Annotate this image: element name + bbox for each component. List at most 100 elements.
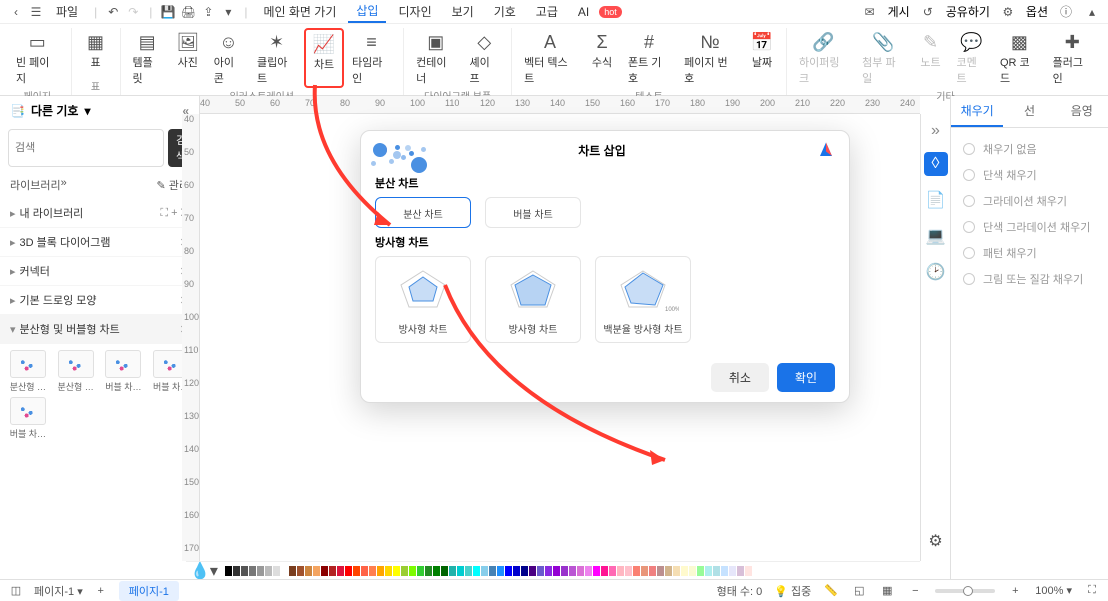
zoom-level[interactable]: 100% ▾ <box>1035 584 1072 597</box>
color-swatch[interactable] <box>545 566 552 576</box>
color-swatch[interactable] <box>697 566 704 576</box>
color-swatch[interactable] <box>713 566 720 576</box>
tab-insert[interactable]: 삽입 <box>348 0 386 23</box>
fullscreen-icon[interactable]: ⛶ <box>1084 583 1100 599</box>
color-swatch[interactable] <box>505 566 512 576</box>
menu-icon[interactable]: ☰ <box>28 4 44 20</box>
color-swatch[interactable] <box>401 566 408 576</box>
print-icon[interactable]: 🖨 <box>180 4 196 20</box>
ribbon-클립아트[interactable]: ✶클립아트 <box>251 28 302 88</box>
color-swatch[interactable] <box>585 566 592 576</box>
color-swatch[interactable] <box>433 566 440 576</box>
color-swatch[interactable] <box>737 566 744 576</box>
search-input[interactable] <box>8 129 164 167</box>
color-swatch[interactable] <box>577 566 584 576</box>
lib-item[interactable]: ▸3D 블록 다이어그램✕ <box>0 228 199 257</box>
color-swatch[interactable] <box>297 566 304 576</box>
lib-item[interactable]: ▸기본 드로잉 모양✕ <box>0 286 199 315</box>
color-swatch[interactable] <box>377 566 384 576</box>
ribbon-첨부 파일[interactable]: 📎첨부 파일 <box>856 28 910 88</box>
color-swatch[interactable] <box>617 566 624 576</box>
color-swatch[interactable] <box>273 566 280 576</box>
color-swatch[interactable] <box>465 566 472 576</box>
color-swatch[interactable] <box>225 566 232 576</box>
share-link[interactable]: 공유하기 <box>946 3 990 20</box>
color-swatch[interactable] <box>593 566 600 576</box>
zoom-in-icon[interactable]: + <box>1007 583 1023 599</box>
focus-mode[interactable]: 💡 집중 <box>774 583 811 599</box>
options-link[interactable]: 옵션 <box>1026 3 1048 20</box>
fill-option[interactable]: 그림 또는 질감 채우기 <box>959 266 1100 292</box>
color-swatch[interactable] <box>673 566 680 576</box>
color-swatch[interactable] <box>369 566 376 576</box>
color-swatch[interactable] <box>497 566 504 576</box>
color-swatch[interactable] <box>305 566 312 576</box>
page-tool-icon[interactable]: 📄 <box>924 188 948 212</box>
chevron-down-icon[interactable]: ▾ <box>84 104 90 118</box>
ribbon-사진[interactable]: 🖼사진 <box>170 28 206 88</box>
color-swatch[interactable] <box>641 566 648 576</box>
library-label[interactable]: 라이브러리 <box>10 177 61 193</box>
color-swatch[interactable] <box>473 566 480 576</box>
color-swatch[interactable] <box>601 566 608 576</box>
zoom-out-icon[interactable]: − <box>907 583 923 599</box>
main-page-link[interactable]: 메인 화면 가기 <box>255 1 344 22</box>
color-swatch[interactable] <box>657 566 664 576</box>
prop-tab-line[interactable]: 선 <box>1003 96 1055 127</box>
ribbon-하이퍼링크[interactable]: 🔗하이퍼링크 <box>793 28 854 88</box>
fit-icon[interactable]: ◱ <box>851 583 867 599</box>
color-swatch[interactable] <box>513 566 520 576</box>
ribbon-타임라인[interactable]: ≡타임라인 <box>346 28 397 88</box>
color-swatch[interactable] <box>569 566 576 576</box>
ribbon-아이콘[interactable]: ☺아이콘 <box>208 28 249 88</box>
color-swatch[interactable] <box>705 566 712 576</box>
add-page-icon[interactable]: + <box>93 583 109 599</box>
chevron-up-icon[interactable]: ▴ <box>1084 4 1100 20</box>
color-swatch[interactable] <box>353 566 360 576</box>
color-swatch[interactable] <box>665 566 672 576</box>
fill-tool-icon[interactable]: ◊ <box>924 152 948 176</box>
color-swatch[interactable] <box>481 566 488 576</box>
ribbon-셰이프[interactable]: ◇셰이프 <box>464 28 506 88</box>
chart-card-bubble[interactable]: 버블 차트 <box>485 197 581 228</box>
color-swatch[interactable] <box>681 566 688 576</box>
ribbon-수식[interactable]: Σ수식 <box>584 28 620 88</box>
ribbon-노트[interactable]: ✎노트 <box>912 28 948 88</box>
page-tab[interactable]: 페이지-1 <box>119 581 179 601</box>
ribbon-QR 코드[interactable]: ▩QR 코드 <box>994 28 1045 88</box>
ribbon-폰트 기호[interactable]: #폰트 기호 <box>622 28 676 88</box>
color-swatch[interactable] <box>249 566 256 576</box>
ribbon-벡터 텍스트[interactable]: A벡터 텍스트 <box>518 28 582 88</box>
color-swatch[interactable] <box>241 566 248 576</box>
ribbon-빈 페이지[interactable]: ▭빈 페이지 <box>10 28 65 88</box>
shape-thumb[interactable]: 분산형 … <box>54 350 98 393</box>
color-swatch[interactable] <box>385 566 392 576</box>
lib-item[interactable]: ▾분산형 및 버블형 차트✕ <box>0 315 199 344</box>
shape-thumb[interactable]: 버블 차… <box>6 397 50 440</box>
ribbon-템플릿[interactable]: ▤템플릿 <box>127 28 168 88</box>
grid-icon[interactable]: ▦ <box>879 583 895 599</box>
tab-advanced[interactable]: 고급 <box>528 1 566 22</box>
gear-icon[interactable]: ⚙ <box>1000 4 1016 20</box>
color-swatch[interactable] <box>521 566 528 576</box>
color-swatch[interactable] <box>257 566 264 576</box>
prop-tab-shadow[interactable]: 음영 <box>1056 96 1108 127</box>
color-swatch[interactable] <box>441 566 448 576</box>
page-select[interactable]: 페이지-1 ▾ <box>34 583 83 599</box>
unit-icon[interactable]: 📏 <box>823 583 839 599</box>
publish-link[interactable]: 게시 <box>888 3 910 20</box>
library-expand-icon[interactable]: » <box>61 177 67 193</box>
color-swatch[interactable] <box>337 566 344 576</box>
color-swatch[interactable] <box>417 566 424 576</box>
color-swatch[interactable] <box>425 566 432 576</box>
ribbon-플러그인[interactable]: ✚플러그인 <box>1047 28 1098 88</box>
color-swatch[interactable] <box>529 566 536 576</box>
export-icon[interactable]: ⇪ <box>200 4 216 20</box>
shape-thumb[interactable]: 버블 차… <box>102 350 146 393</box>
color-swatch[interactable] <box>609 566 616 576</box>
ribbon-차트[interactable]: 📈차트 <box>304 28 344 88</box>
color-swatch[interactable] <box>745 566 752 576</box>
color-swatch[interactable] <box>409 566 416 576</box>
redo-icon[interactable]: ↷ <box>125 4 141 20</box>
fill-option[interactable]: 그라데이션 채우기 <box>959 188 1100 214</box>
